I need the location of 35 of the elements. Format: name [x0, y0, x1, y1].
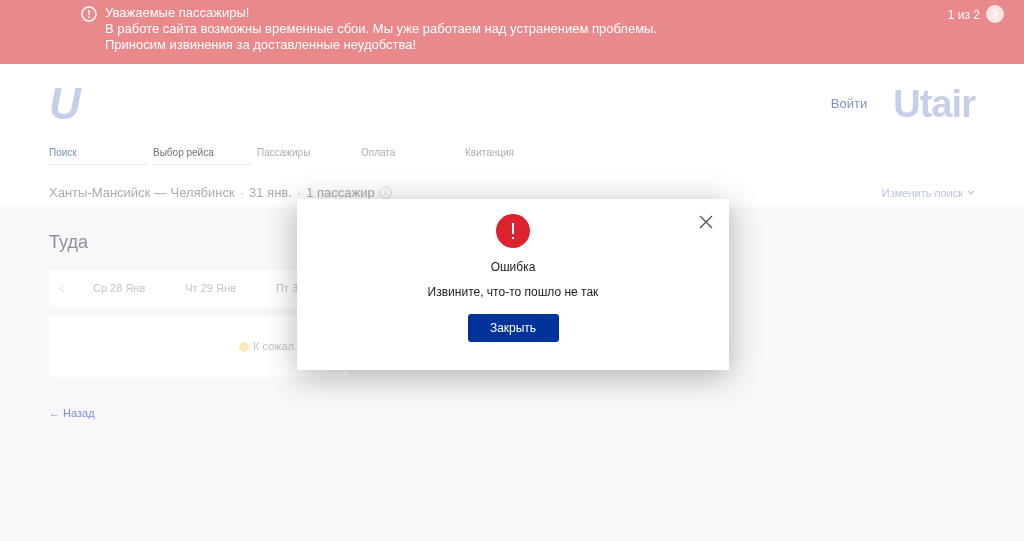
- separator-dot: ·: [296, 184, 302, 202]
- chevron-right-icon: [991, 9, 999, 19]
- step-tab[interactable]: Выбор рейса: [153, 145, 253, 165]
- close-icon: [699, 215, 713, 229]
- route-detail: 31 янв.: [249, 184, 292, 202]
- step-tab[interactable]: Квитанция: [465, 145, 565, 165]
- notice-text: Приносим извинения за доставленные неудобства!: [105, 37, 418, 53]
- change-search-link[interactable]: Изменить поиск: [881, 184, 975, 201]
- date-tab[interactable]: Чт 29 Янв: [185, 280, 236, 297]
- error-icon: [496, 214, 530, 248]
- chevron-left-icon[interactable]: [59, 284, 65, 293]
- close-button[interactable]: [697, 213, 715, 231]
- date-tab[interactable]: Ср 28 Янв: [93, 280, 146, 297]
- separator-dot: ·: [239, 184, 245, 202]
- dialog-title: Ошибка: [490, 259, 536, 276]
- info-icon[interactable]: [378, 186, 392, 200]
- close-dialog-button[interactable]: Закрыть: [467, 314, 559, 342]
- results-message: К сожал: [253, 339, 294, 355]
- chevron-down-icon: [967, 189, 975, 196]
- step-tab[interactable]: Оплата: [361, 145, 461, 165]
- brand-logo[interactable]: Utair: [893, 85, 975, 123]
- route-detail: 1 пассажир: [306, 184, 375, 202]
- notice-counter: 1 из 2: [947, 7, 980, 24]
- route-detail: Ханты-Мансийск — Челябинск: [49, 184, 235, 202]
- dialog-message: Извините, что-то пошло не так: [427, 284, 599, 301]
- step-tab[interactable]: Пассажиры: [257, 145, 357, 165]
- direction-heading: Туда: [49, 231, 88, 254]
- logo-mark[interactable]: U: [49, 82, 81, 126]
- step-tab[interactable]: Поиск: [49, 145, 149, 165]
- back-link[interactable]: ← Назад: [49, 405, 95, 422]
- next-notice-button[interactable]: [986, 5, 1004, 23]
- login-link[interactable]: Войти: [830, 94, 868, 114]
- notice-title: Уважаемые пассажиры!: [105, 5, 251, 21]
- notice-text: В работе сайта возможны временные сбои. Мы уже работаем над устранением проблемы.: [105, 21, 658, 37]
- alert-icon: [81, 6, 97, 22]
